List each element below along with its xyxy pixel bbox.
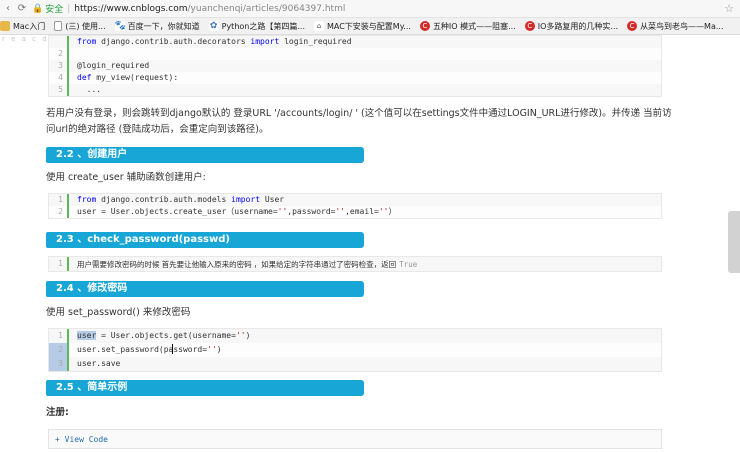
- code-line: 2 user = User.objects.create_user（usernam…: [49, 206, 661, 218]
- red-c-icon: C: [627, 21, 638, 31]
- heading-create-user: 2.2 、创建用户: [46, 147, 364, 163]
- code-block-login-required: from django.contrib.auth.decorators impo…: [48, 35, 662, 97]
- bookmark-item[interactable]: C IO多路复用的几种实...: [524, 21, 618, 32]
- view-code-toggle[interactable]: + View Code: [48, 429, 662, 449]
- paragraph-register: 注册:: [46, 407, 69, 418]
- bookmark-item[interactable]: C 从菜鸟到老鸟——Ma...: [627, 21, 724, 32]
- heading-check-password: 2.3 、check_password(passwd): [46, 232, 364, 248]
- url-field[interactable]: https://www.cnblogs.com/yuanchenqi/artic…: [74, 4, 345, 14]
- address-bar: ‹ ⟳ 🔒 安全 | https://www.cnblogs.com/yuanc…: [0, 0, 740, 18]
- red-c-icon: C: [419, 21, 430, 31]
- code-line: 3 user.save: [49, 357, 661, 371]
- bookmark-item[interactable]: (三) 使用...: [54, 21, 106, 32]
- code-line: 4 def my_view(request):: [49, 72, 661, 84]
- code-line: 3 @login_required: [49, 60, 661, 72]
- bookmark-item[interactable]: 🐾 百度一下，你就知道: [114, 21, 200, 32]
- note-check-password: 1 用户需要修改密码的时候 首先要让他输入原来的密码 ，如果给定的字符串通过了密…: [48, 256, 662, 272]
- heading-change-password: 2.4 、修改密码: [46, 281, 364, 297]
- back-icon[interactable]: ‹: [0, 3, 16, 14]
- paragraph-set-password: 使用 set_password() 来修改密码: [46, 307, 191, 318]
- bookmark-item[interactable]: Mac入门: [0, 21, 45, 32]
- bookmark-item[interactable]: C 五种IO 模式——阻塞...: [419, 21, 516, 32]
- paragraph-create-user: 使用 create_user 辅助函数创建用户:: [46, 172, 206, 183]
- python-icon: ✿: [208, 21, 219, 31]
- bookmark-item[interactable]: ⌂ MAC下安装与配置My...: [313, 21, 411, 32]
- red-c-icon: C: [524, 21, 535, 31]
- secure-label[interactable]: 安全: [45, 2, 63, 15]
- baidu-paw-icon: 🐾: [114, 21, 126, 31]
- lock-icon[interactable]: 🔒: [32, 4, 43, 14]
- doc-icon: [54, 21, 63, 31]
- scrollbar-thumb[interactable]: [728, 211, 740, 273]
- paragraph-login-url: 若用户没有登录，则会跳转到django默认的 登录URL '/accounts/…: [46, 108, 672, 135]
- address-separator: |: [67, 3, 71, 14]
- bookmark-item[interactable]: ✿ Python之路【第四篇...: [208, 21, 305, 32]
- bookmark-star-icon[interactable]: ☆: [724, 2, 734, 15]
- code-line: 1 from django.contrib.auth.models import …: [49, 194, 661, 206]
- code-block-create-user: 1 from django.contrib.auth.models import …: [48, 193, 662, 219]
- code-line: 1 user = User.objects.get(username=''): [49, 329, 661, 343]
- code-block-set-password: 1 user = User.objects.get(username='') 2u…: [48, 328, 662, 372]
- refresh-icon[interactable]: ⟳: [16, 3, 28, 14]
- folder-icon: [0, 21, 10, 31]
- code-line: 2: [49, 48, 661, 60]
- text-cursor: [172, 344, 174, 354]
- url-host: https://www.cnblogs.com: [74, 3, 188, 14]
- article-page: r e a c d e f from django.contrib.auth.d…: [0, 35, 740, 453]
- hat-icon: ⌂: [313, 21, 324, 31]
- code-line: 5 ...: [49, 84, 661, 96]
- code-line: 2 user.set_password(password=''): [49, 343, 661, 357]
- code-line: from django.contrib.auth.decorators impo…: [49, 36, 661, 48]
- heading-simple-example: 2.5 、简单示例: [46, 380, 364, 396]
- bookmarks-bar: Mac入门 (三) 使用... 🐾 百度一下，你就知道 ✿ Python之路【第四篇…: [0, 18, 740, 35]
- url-path: /yuanchenqi/articles/9064397.html: [187, 3, 346, 14]
